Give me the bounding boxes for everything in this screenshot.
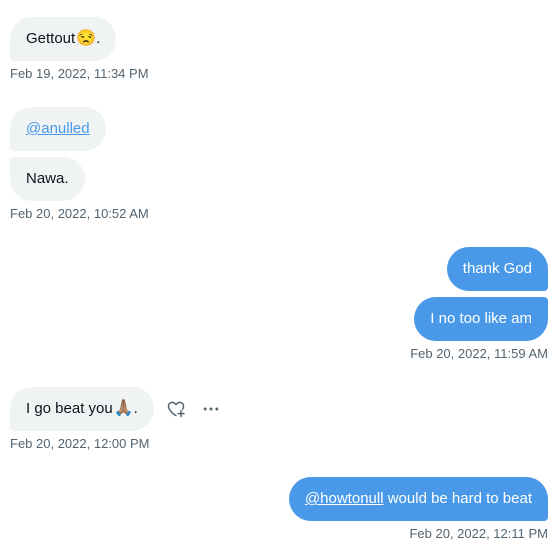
heart-plus-icon[interactable] (164, 397, 188, 421)
message-text: Gettout (26, 30, 76, 47)
message-text-suffix: . (96, 30, 101, 47)
message-bubble-outgoing[interactable]: I no too like am (414, 297, 548, 341)
mention-link[interactable]: @anulled (26, 119, 90, 139)
message-timestamp: Feb 20, 2022, 12:00 PM (10, 436, 150, 451)
message-timestamp: Feb 19, 2022, 11:34 PM (10, 66, 149, 81)
message-timestamp: Feb 20, 2022, 10:52 AM (10, 206, 149, 221)
message-bubble-incoming[interactable]: Gettout 😒. (10, 17, 117, 61)
message-bubble-incoming[interactable]: @anulled (10, 107, 106, 151)
message-text: I no too like am (430, 310, 532, 327)
dm-thread: Gettout 😒. Feb 19, 2022, 11:34 PM @anulle… (0, 0, 560, 560)
folded-hands-emoji: 🙏🏽 (113, 400, 134, 417)
message-timestamp: Feb 20, 2022, 12:11 PM (409, 526, 548, 541)
message-bubble-incoming[interactable]: I go beat you 🙏🏽. (10, 387, 154, 431)
more-horizontal-icon[interactable] (199, 397, 223, 421)
message-text: I go beat you (26, 400, 113, 417)
message-bubble-outgoing[interactable]: thank God (446, 247, 548, 291)
unamused-emoji: 😒 (76, 30, 97, 47)
message-text: thank God (462, 260, 532, 277)
mention-link[interactable]: @howtonull (305, 489, 384, 509)
message-text: Nawa. (26, 170, 69, 187)
message-text: would be hard to beat (383, 490, 532, 507)
message-bubble-outgoing[interactable]: @howtonull would be hard to beat (288, 477, 548, 521)
message-bubble-incoming[interactable]: Nawa. (10, 157, 85, 201)
message-timestamp: Feb 20, 2022, 11:59 AM (410, 346, 548, 361)
message-text-suffix: . (133, 400, 138, 417)
